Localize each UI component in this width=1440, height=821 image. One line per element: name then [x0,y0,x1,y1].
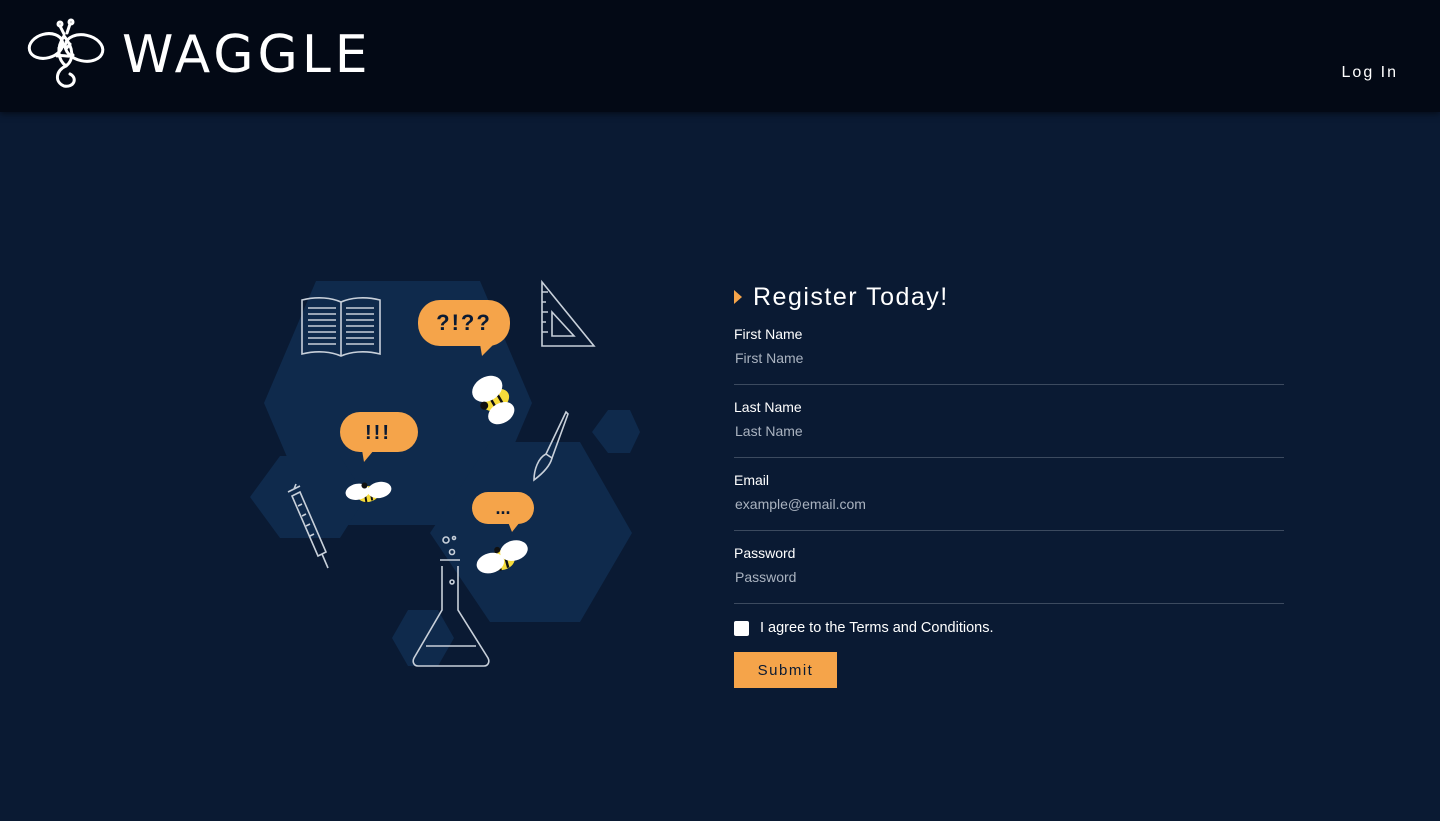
last-name-label: Last Name [734,399,802,415]
logo[interactable]: WAGGLE [26,18,372,92]
terms-row: I agree to the Terms and Conditions. [734,620,1284,636]
set-square-icon [541,279,596,347]
bubble-question-text: ?!?? [436,310,492,335]
register-form: Register Today! First Name Last Name Ema… [734,282,1284,688]
submit-button[interactable]: Submit [734,652,837,688]
login-link[interactable]: Log In [1342,64,1398,82]
email-field: Email [734,458,1284,531]
last-name-input[interactable] [734,420,1275,442]
bubble-exclaim-text: !!! [365,422,391,444]
bubble-ellipsis-text: ... [495,498,510,518]
first-name-field: First Name [734,312,1284,385]
terms-label[interactable]: I agree to the Terms and Conditions. [760,620,993,636]
form-heading: Register Today! [734,282,1284,312]
hexagon-shape [392,610,454,666]
top-navbar: WAGGLE Log In [0,0,1440,112]
first-name-label: First Name [734,326,803,342]
caret-right-icon [734,290,742,304]
brand-name: WAGGLE [122,25,372,85]
password-field: Password [734,531,1284,604]
hero-illustration: ?!?? !!! ... [240,270,650,680]
terms-checkbox[interactable] [734,620,749,636]
form-title: Register Today! [753,282,949,311]
last-name-field: Last Name [734,385,1284,458]
email-label: Email [734,472,770,488]
password-label: Password [734,545,796,561]
hexagon-shape [592,410,640,453]
bee-logo-icon [27,18,105,88]
email-input[interactable] [734,493,1275,515]
password-input[interactable] [734,566,1275,588]
first-name-input[interactable] [734,347,1275,369]
